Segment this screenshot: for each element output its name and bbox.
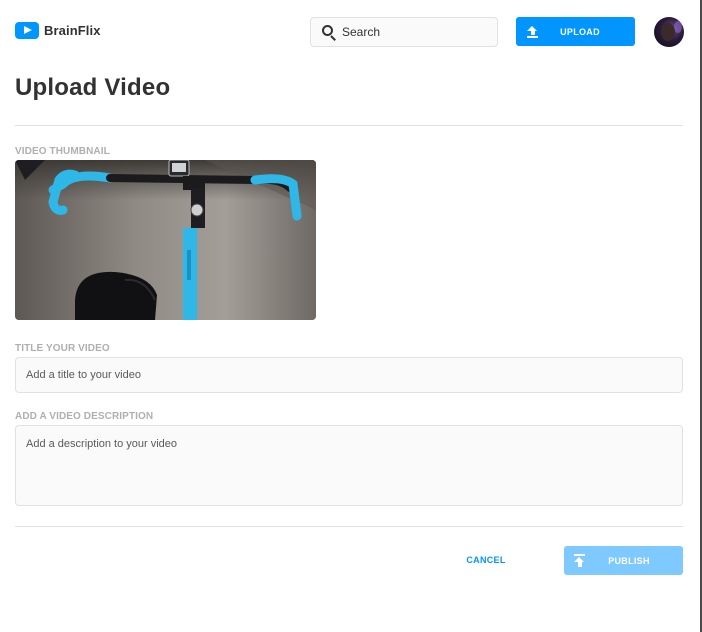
description-field-label: ADD A VIDEO DESCRIPTION xyxy=(15,411,154,422)
thumbnail-image xyxy=(15,160,316,320)
user-avatar[interactable] xyxy=(654,17,684,47)
divider xyxy=(15,526,683,527)
video-thumbnail xyxy=(15,160,316,320)
brand-logo[interactable]: BrainFlix xyxy=(15,22,101,39)
page-title: Upload Video xyxy=(15,74,171,101)
upload-button[interactable]: UPLOAD xyxy=(516,17,635,46)
publish-button[interactable]: PUBLISH xyxy=(564,546,683,575)
publish-button-label: PUBLISH xyxy=(608,556,650,566)
site-header: BrainFlix UPLOAD xyxy=(0,0,700,64)
search-bar[interactable] xyxy=(310,17,498,47)
upload-button-label: UPLOAD xyxy=(560,27,600,37)
upload-icon xyxy=(527,26,538,38)
divider xyxy=(15,125,683,126)
publish-icon xyxy=(574,554,585,567)
thumbnail-label: VIDEO THUMBNAIL xyxy=(15,146,110,157)
video-title-input[interactable] xyxy=(15,357,683,393)
video-description-input[interactable] xyxy=(15,425,683,506)
play-icon xyxy=(15,22,39,39)
search-icon xyxy=(322,24,337,41)
cancel-button[interactable]: CANCEL xyxy=(455,546,517,574)
search-input[interactable] xyxy=(342,25,492,39)
title-field-label: TITLE YOUR VIDEO xyxy=(15,343,110,354)
brand-name: BrainFlix xyxy=(44,23,101,38)
